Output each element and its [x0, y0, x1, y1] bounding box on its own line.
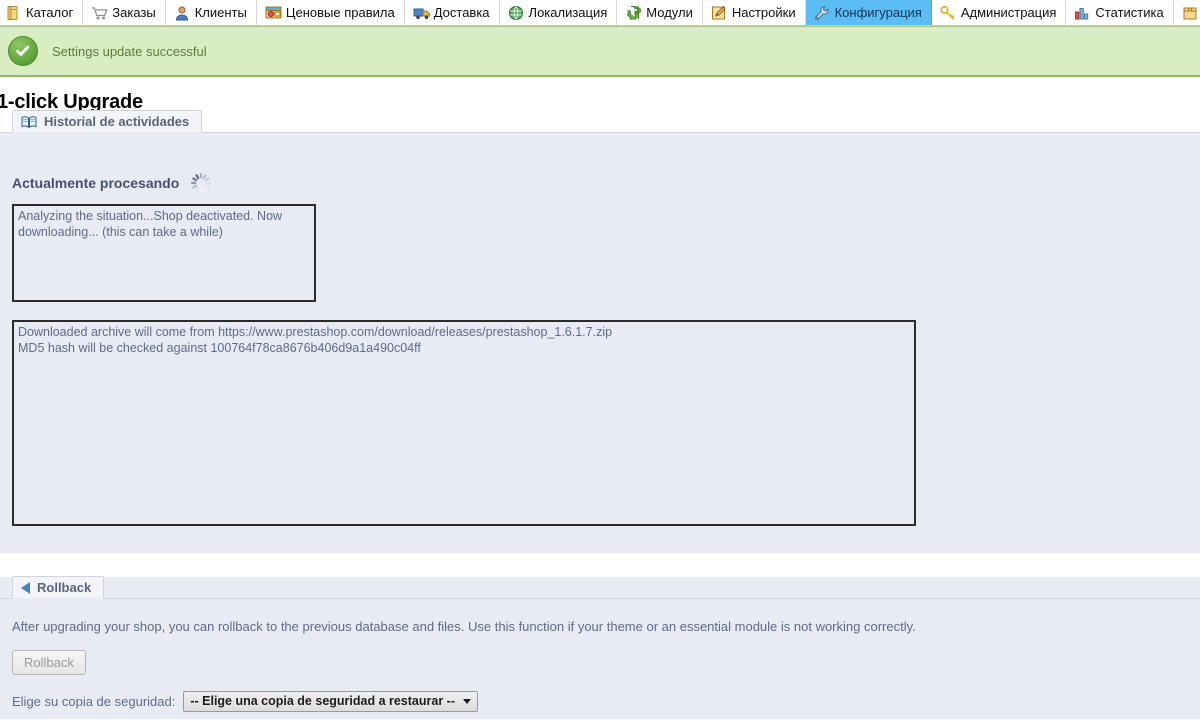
nav-item-statistics[interactable]: Статистика: [1066, 0, 1174, 25]
nav-item-administration[interactable]: Администрация: [932, 0, 1067, 25]
confirmation-message: Settings update successful: [52, 43, 207, 59]
preferences-pencil-icon: [711, 5, 727, 21]
rollback-description: After upgrading your shop, you can rollb…: [12, 619, 916, 634]
processing-heading: Actualmente procesando: [12, 175, 180, 191]
nav-label: Администрация: [960, 5, 1057, 20]
nav-item-customers[interactable]: Клиенты: [166, 0, 257, 25]
chevron-down-icon: [463, 698, 471, 704]
tab-rollback[interactable]: Rollback: [12, 576, 105, 599]
nav-label: Заказы: [112, 5, 156, 20]
nav-label: Локализация: [528, 5, 608, 20]
nav-label: Ценовые правила: [285, 5, 395, 20]
backup-select-value: -- Elige una copia de seguridad a restau…: [190, 694, 455, 708]
rollback-section: After upgrading your shop, you can rollb…: [0, 599, 1200, 719]
loading-spinner-icon: [189, 171, 213, 195]
tab-label: Rollback: [37, 580, 92, 595]
nav-item-orders[interactable]: Заказы: [83, 0, 166, 25]
localization-globe-icon: [508, 5, 524, 21]
price-rules-icon: [265, 5, 282, 21]
nav-label: Клиенты: [194, 5, 247, 20]
modules-puzzle-icon: [625, 5, 642, 21]
processing-header: Actualmente procesando: [12, 171, 1200, 195]
download-log[interactable]: Downloaded archive will come from https:…: [12, 320, 916, 526]
triangle-left-icon: [21, 581, 30, 594]
nav-item-stock[interactable]: Запас: [1174, 0, 1200, 25]
nav-label: Каталог: [26, 5, 74, 20]
backup-select[interactable]: -- Elige una copia de seguridad a restau…: [183, 691, 478, 712]
backup-selection-row: Elige su copia de seguridad: -- Elige un…: [12, 691, 1200, 712]
rollback-tab-bar: Rollback: [0, 576, 1200, 599]
nav-label: Статистика: [1095, 5, 1164, 20]
book-icon: [21, 114, 37, 130]
main-navigation: Каталог Заказы Клиенты Ценовые правила Д…: [0, 0, 1200, 26]
administration-key-icon: [940, 5, 956, 21]
confirmation-banner: Settings update successful: [0, 26, 1200, 77]
main-panel: Actualmente procesando Analyzing the sit…: [0, 133, 1200, 553]
tab-bar: Historial de actividades: [0, 110, 1200, 133]
nav-item-price-rules[interactable]: Ценовые правила: [257, 0, 405, 25]
catalog-icon: [5, 5, 21, 21]
page-title: 1-click Upgrade: [0, 91, 143, 113]
nav-item-shipping[interactable]: Доставка: [405, 0, 500, 25]
nav-item-localization[interactable]: Локализация: [500, 0, 618, 25]
nav-label: Доставка: [433, 5, 490, 20]
orders-cart-icon: [91, 5, 108, 21]
success-check-icon: [8, 36, 38, 66]
tab-label: Historial de actividades: [44, 114, 190, 129]
nav-item-catalog[interactable]: Каталог: [0, 0, 84, 25]
nav-label: Конфигурация: [834, 5, 922, 20]
tab-historial-de-actividades[interactable]: Historial de actividades: [12, 110, 203, 133]
nav-item-preferences[interactable]: Настройки: [703, 0, 806, 25]
statistics-bars-icon: [1074, 5, 1090, 21]
customers-icon: [174, 5, 190, 21]
shipping-truck-icon: [413, 5, 430, 21]
stock-box-icon: [1182, 5, 1198, 21]
nav-item-modules[interactable]: Модули: [617, 0, 703, 25]
backup-select-label: Elige su copia de seguridad:: [12, 694, 176, 709]
configuration-wrench-icon: [814, 5, 830, 21]
processing-log[interactable]: Analyzing the situation...Shop deactivat…: [12, 204, 316, 302]
rollback-button[interactable]: Rollback: [12, 650, 86, 675]
nav-label: Модули: [646, 5, 693, 20]
nav-label: Настройки: [731, 5, 796, 20]
nav-item-configuration[interactable]: Конфигурация: [805, 0, 932, 25]
